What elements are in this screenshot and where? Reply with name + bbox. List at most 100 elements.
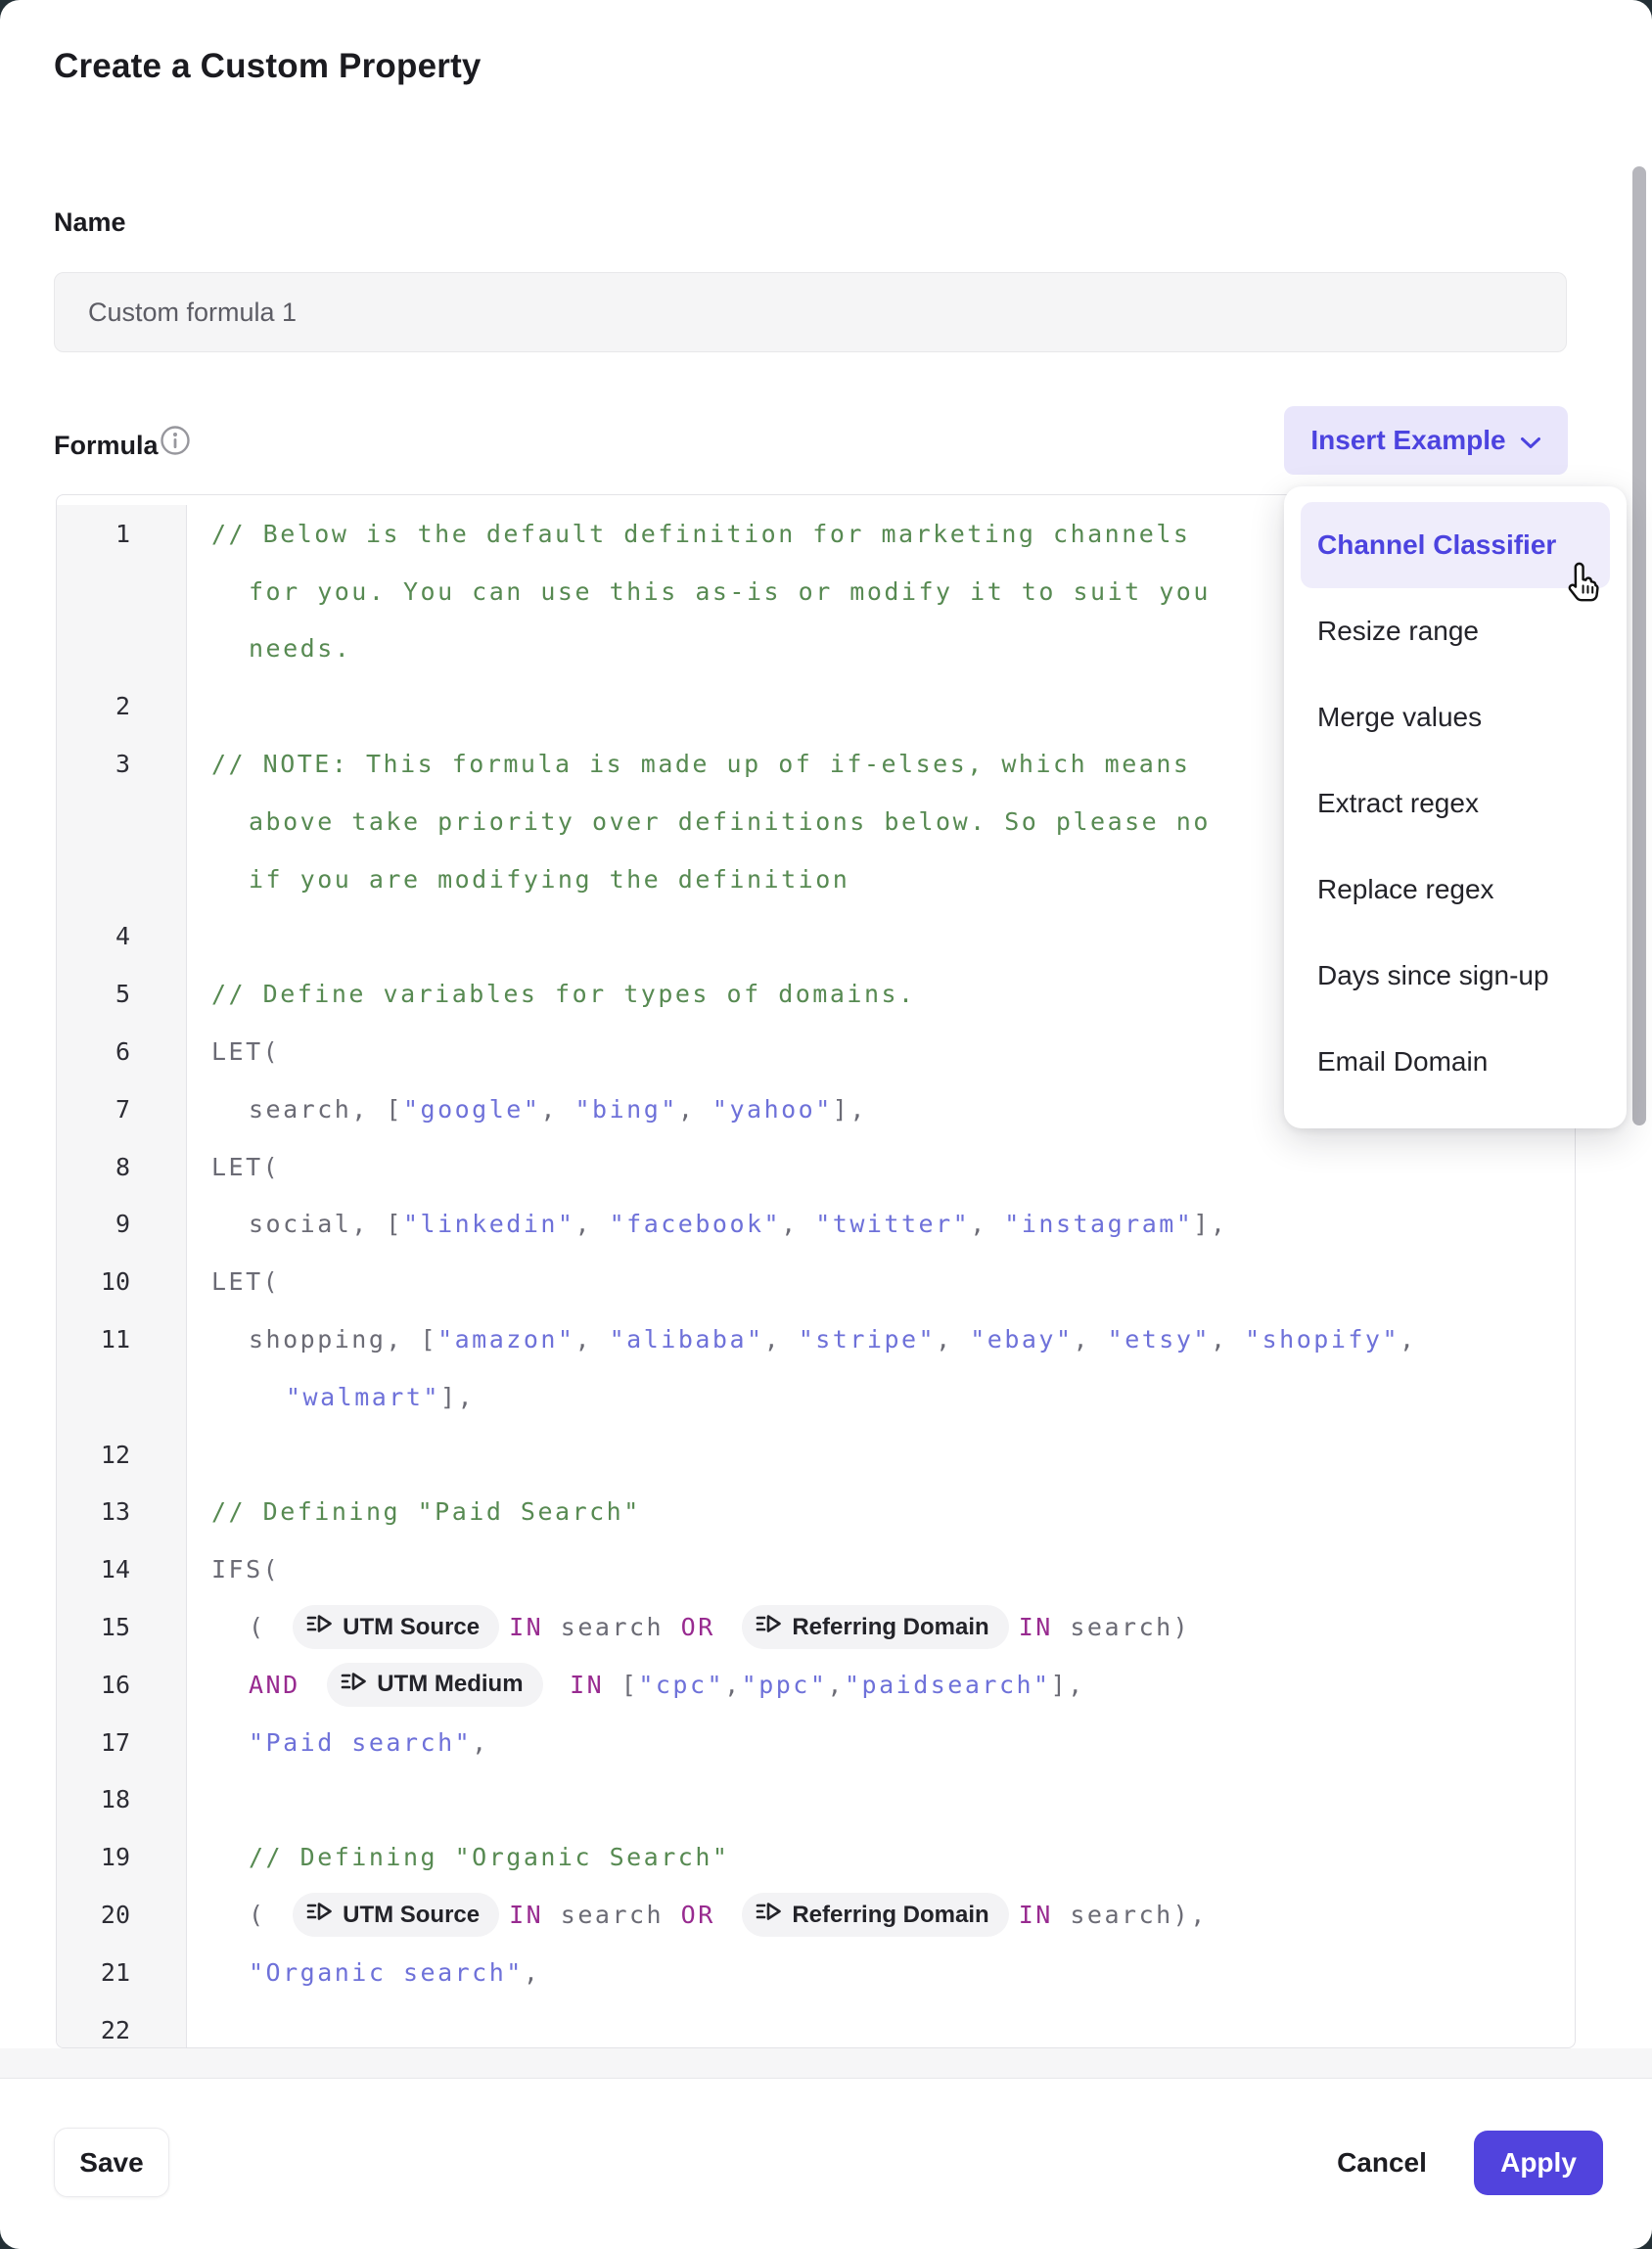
code-segment-plain: shopping, [ [249, 1325, 437, 1354]
code-segment-plain: , [678, 1095, 712, 1124]
menu-item-email-domain[interactable]: Email Domain [1301, 1019, 1610, 1105]
scrollbar-thumb[interactable] [1632, 166, 1646, 1125]
line-number: 10 [57, 1253, 187, 1310]
code-text: "Organic search", [187, 1958, 1575, 1987]
code-segment-plain: ], [1193, 1210, 1227, 1238]
code-segment-string: "ppc" [742, 1671, 828, 1699]
apply-button[interactable]: Apply [1474, 2131, 1603, 2195]
code-segment-plain: , [1400, 1325, 1417, 1354]
code-segment-string: "etsy" [1108, 1325, 1211, 1354]
code-segment-plain: search [543, 1613, 680, 1641]
property-chip[interactable]: Referring Domain [742, 1893, 1008, 1937]
property-chip[interactable]: UTM Source [293, 1605, 499, 1649]
code-segment-plain: , [524, 1958, 541, 1987]
line-number: 3 [57, 735, 187, 793]
property-icon [341, 1671, 367, 1699]
insert-example-menu: Channel ClassifierResize rangeMerge valu… [1284, 486, 1627, 1128]
code-segment-plain [715, 1613, 733, 1641]
code-segment-string: "google" [403, 1095, 540, 1124]
line-number: 1 [57, 505, 187, 563]
code-text: // Defining "Paid Search" [187, 1497, 1575, 1526]
menu-item-channel-classifier[interactable]: Channel Classifier [1301, 502, 1610, 588]
code-segment-string: "shopify" [1245, 1325, 1400, 1354]
menu-item-replace-regex[interactable]: Replace regex [1301, 847, 1610, 933]
code-line: 22 [57, 2001, 1575, 2048]
code-segment-string: "facebook" [610, 1210, 782, 1238]
code-segment-plain: , [574, 1210, 609, 1238]
code-segment-plain: , [970, 1210, 1004, 1238]
code-text: LET( [187, 1267, 1575, 1296]
editor-bottom-strip [0, 2048, 1652, 2079]
code-line: 20( UTM SourceIN search OR Referring Dom… [57, 1886, 1575, 1944]
code-segment-plain [553, 1671, 571, 1699]
code-line: 19// Defining "Organic Search" [57, 1828, 1575, 1886]
code-text: ( UTM SourceIN search OR Referring Domai… [187, 1893, 1575, 1937]
code-line: 16AND UTM Medium IN ["cpc","ppc","paidse… [57, 1656, 1575, 1714]
property-icon [306, 1901, 333, 1929]
code-segment-plain: ], [1051, 1671, 1085, 1699]
code-line: 11shopping, ["amazon", "alibaba", "strip… [57, 1310, 1575, 1368]
line-number: 5 [57, 965, 187, 1023]
info-icon[interactable] [160, 425, 191, 456]
insert-example-label: Insert Example [1310, 425, 1505, 456]
code-segment-plain: IFS( [211, 1555, 280, 1583]
line-number: 21 [57, 1944, 187, 2001]
code-segment-plain: , [827, 1671, 845, 1699]
code-segment-comment: // Defining "Paid Search" [211, 1497, 641, 1526]
property-chip[interactable]: Referring Domain [742, 1605, 1008, 1649]
code-line: 15( UTM SourceIN search OR Referring Dom… [57, 1598, 1575, 1656]
name-input-value: Custom formula 1 [88, 298, 297, 328]
property-chip[interactable]: UTM Source [293, 1893, 499, 1937]
code-line: 10LET( [57, 1253, 1575, 1310]
code-segment-plain: , [575, 1325, 610, 1354]
code-line: 9social, ["linkedin", "facebook", "twitt… [57, 1196, 1575, 1254]
line-number: 2 [57, 677, 187, 735]
formula-label: Formula [54, 431, 159, 461]
save-button[interactable]: Save [54, 2128, 169, 2197]
code-segment-string: "linkedin" [403, 1210, 575, 1238]
code-line: "walmart"], [57, 1368, 1575, 1426]
code-segment-keyword: OR [681, 1901, 715, 1929]
menu-item-extract-regex[interactable]: Extract regex [1301, 760, 1610, 847]
insert-example-button[interactable]: Insert Example [1284, 406, 1568, 475]
code-line: 12 [57, 1426, 1575, 1484]
code-segment-string: "ebay" [970, 1325, 1073, 1354]
property-chip[interactable]: UTM Medium [327, 1663, 542, 1707]
code-segment-string: "amazon" [437, 1325, 574, 1354]
line-number: 7 [57, 1080, 187, 1138]
code-segment-comment: needs. [249, 634, 351, 663]
line-number: 4 [57, 908, 187, 966]
code-segment-plain: , [1211, 1325, 1245, 1354]
page-title: Create a Custom Property [54, 47, 482, 86]
code-segment-comment: // Define variables for types of domains… [211, 980, 916, 1008]
code-segment-keyword: IN [509, 1901, 543, 1929]
code-text: "walmart"], [187, 1383, 1575, 1411]
menu-item-days-since-sign-up[interactable]: Days since sign-up [1301, 933, 1610, 1019]
line-number: 18 [57, 1771, 187, 1829]
line-number [57, 620, 187, 678]
menu-item-merge-values[interactable]: Merge values [1301, 674, 1610, 760]
name-input[interactable]: Custom formula 1 [54, 272, 1567, 352]
code-segment-keyword: AND [249, 1671, 300, 1699]
code-segment-string: "instagram" [1004, 1210, 1193, 1238]
property-chip-label: Referring Domain [792, 1902, 988, 1929]
line-number: 19 [57, 1828, 187, 1886]
code-segment-plain [300, 1671, 318, 1699]
cancel-button[interactable]: Cancel [1323, 2128, 1441, 2197]
code-text: AND UTM Medium IN ["cpc","ppc","paidsear… [187, 1663, 1575, 1707]
property-icon [756, 1613, 782, 1641]
code-line: 14IFS( [57, 1540, 1575, 1598]
code-segment-string: "alibaba" [610, 1325, 764, 1354]
code-segment-plain: ], [833, 1095, 867, 1124]
line-number: 17 [57, 1714, 187, 1771]
code-segment-plain: search, [ [249, 1095, 403, 1124]
code-segment-keyword: IN [1019, 1613, 1053, 1641]
code-segment-plain: search), [1053, 1901, 1208, 1929]
menu-item-resize-range[interactable]: Resize range [1301, 588, 1610, 674]
code-line: 18 [57, 1771, 1575, 1829]
code-segment-keyword: IN [509, 1613, 543, 1641]
code-segment-comment: // NOTE: This formula is made up of if-e… [211, 750, 1190, 778]
code-segment-plain: LET( [211, 1153, 280, 1181]
code-text: IFS( [187, 1555, 1575, 1583]
code-text: social, ["linkedin", "facebook", "twitte… [187, 1210, 1575, 1238]
